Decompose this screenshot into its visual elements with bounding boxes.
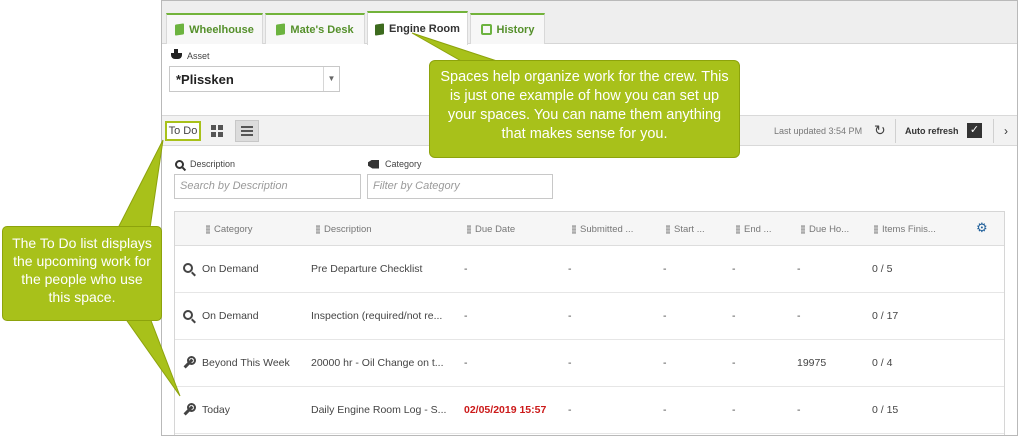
cell-submitted: - <box>568 357 572 369</box>
auto-refresh-label: Auto refresh <box>905 126 959 136</box>
history-icon <box>480 24 492 35</box>
cell-items: 0 / 4 <box>872 357 893 369</box>
cell-category: Beyond This Week <box>202 357 290 369</box>
table-row[interactable]: Today Daily Engine Room Log - S... 02/05… <box>175 387 1004 434</box>
zoom-icon <box>183 310 193 320</box>
column-header[interactable]: Start ... <box>666 224 705 235</box>
cell-description: Daily Engine Room Log - S... <box>311 404 447 416</box>
cell-items: 0 / 15 <box>872 404 899 416</box>
list-view-icon[interactable] <box>235 120 259 142</box>
description-search-input[interactable]: Search by Description <box>174 174 361 199</box>
category-filter-input[interactable]: Filter by Category <box>367 174 553 199</box>
cell-submitted: - <box>568 310 572 322</box>
column-header[interactable]: Category <box>206 224 253 235</box>
gear-icon[interactable]: ⚙ <box>976 220 988 236</box>
cell-end: - <box>732 310 736 322</box>
drag-handle-icon <box>572 225 576 234</box>
cell-end: - <box>732 357 736 369</box>
tab-engine-room[interactable]: Engine Room <box>367 11 468 45</box>
drag-handle-icon <box>874 225 878 234</box>
tab-label: Wheelhouse <box>189 23 254 36</box>
column-header[interactable]: Due Date <box>467 224 515 235</box>
chevron-right-icon[interactable]: › <box>1004 124 1008 138</box>
cell-due-date: - <box>464 357 468 369</box>
cell-start: - <box>663 263 667 275</box>
cell-category: Today <box>202 404 231 416</box>
drag-handle-icon <box>467 225 471 234</box>
wrench-icon <box>182 356 196 370</box>
drag-handle-icon <box>736 225 740 234</box>
table-row[interactable]: On Demand Pre Departure Checklist - - - … <box>175 246 1004 293</box>
grid-view-icon[interactable] <box>209 123 225 139</box>
cell-start: - <box>663 310 667 322</box>
cell-submitted: - <box>568 404 572 416</box>
cell-items: 0 / 17 <box>872 310 899 322</box>
book-icon <box>175 23 185 36</box>
chevron-down-icon: ▼ <box>323 67 339 91</box>
cell-start: - <box>663 357 667 369</box>
drag-handle-icon <box>316 225 320 234</box>
callout-left-pointer-top <box>117 139 164 229</box>
tab-bar: Wheelhouse Mate's Desk Engine Room Histo… <box>162 1 1017 45</box>
column-header[interactable]: Items Finis... <box>874 224 936 235</box>
asset-select[interactable]: *Plissken ▼ <box>169 66 340 92</box>
spaces-callout: Spaces help organize work for the crew. … <box>429 60 740 158</box>
tags-icon <box>368 159 379 169</box>
cell-submitted: - <box>568 263 572 275</box>
cell-due-date: 02/05/2019 15:57 <box>464 404 547 416</box>
tab-mates-desk[interactable]: Mate's Desk <box>265 13 365 44</box>
column-header[interactable]: Submitted ... <box>572 224 633 235</box>
ship-icon <box>171 49 182 59</box>
book-icon <box>276 23 286 36</box>
search-icon <box>175 159 184 169</box>
wrench-icon <box>182 403 196 417</box>
auto-refresh-checkbox[interactable]: ✓ <box>967 123 982 138</box>
category-filter-label: Category <box>368 159 422 169</box>
tab-label: Mate's Desk <box>290 23 354 36</box>
refresh-icon[interactable]: ↻ <box>874 122 886 139</box>
cell-description: Inspection (required/not re... <box>311 310 443 322</box>
tab-label: History <box>496 23 535 36</box>
cell-items: 0 / 5 <box>872 263 893 275</box>
asset-value: *Plissken <box>176 72 234 87</box>
cell-description: 20000 hr - Oil Change on t... <box>311 357 444 369</box>
column-header[interactable]: Due Ho... <box>801 224 849 235</box>
column-header[interactable]: Description <box>316 224 372 235</box>
book-icon <box>375 22 385 36</box>
table-row[interactable]: On Demand Inspection (required/not re...… <box>175 293 1004 340</box>
cell-due-hours: 19975 <box>797 357 827 369</box>
cell-due-date: - <box>464 310 468 322</box>
cell-end: - <box>732 263 736 275</box>
description-filter-label: Description <box>175 159 235 169</box>
cell-start: - <box>663 404 667 416</box>
cell-due-date: - <box>464 263 468 275</box>
cell-description: Pre Departure Checklist <box>311 263 423 275</box>
table-row[interactable]: Beyond This Week 20000 hr - Oil Change o… <box>175 340 1004 387</box>
cell-due-hours: - <box>797 404 801 416</box>
tab-history[interactable]: History <box>470 13 545 44</box>
divider <box>895 119 896 143</box>
cell-category: On Demand <box>202 263 259 275</box>
asset-label: Asset <box>171 49 210 61</box>
cell-due-hours: - <box>797 310 801 322</box>
cell-category: On Demand <box>202 310 259 322</box>
todo-callout: The To Do list displays the upcoming wor… <box>2 226 162 321</box>
todo-table: Category Description Due Date Submitted … <box>174 211 1005 435</box>
drag-handle-icon <box>666 225 670 234</box>
table-header: Category Description Due Date Submitted … <box>175 212 1004 246</box>
zoom-icon <box>183 263 193 273</box>
last-updated: Last updated 3:54 PM <box>774 126 863 136</box>
drag-handle-icon <box>206 225 210 234</box>
column-header[interactable]: End ... <box>736 224 771 235</box>
cell-due-hours: - <box>797 263 801 275</box>
cell-end: - <box>732 404 736 416</box>
drag-handle-icon <box>801 225 805 234</box>
divider <box>993 119 994 143</box>
view-name: To Do <box>165 121 201 141</box>
tab-label: Engine Room <box>389 23 460 35</box>
tab-wheelhouse[interactable]: Wheelhouse <box>166 13 263 44</box>
